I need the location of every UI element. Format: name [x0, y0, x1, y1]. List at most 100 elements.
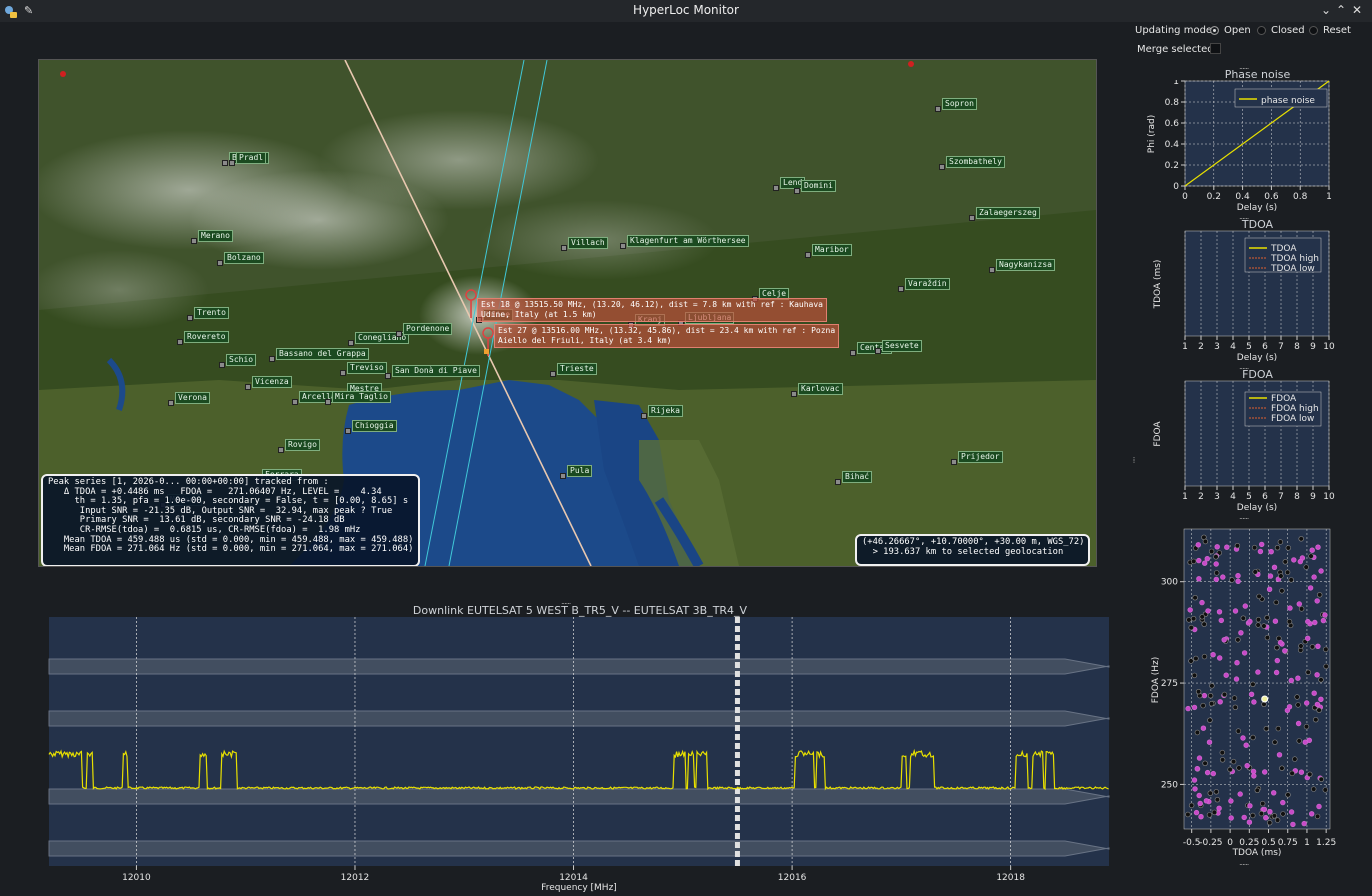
estimate-2-line2: Aiello del Friuli, Italy (at 3.4 km) [498, 336, 672, 345]
scatter-point [1208, 548, 1215, 555]
channel-band [48, 658, 1110, 675]
scatter-point [1223, 672, 1229, 678]
scatter-point [1312, 619, 1318, 626]
scatter-point [1235, 578, 1241, 584]
tdoa-legend-1: TDOA high [1270, 254, 1319, 264]
scatter-point [1232, 704, 1239, 711]
scatter-point [1271, 564, 1278, 570]
city-label: Bihać [842, 471, 873, 483]
city-label: Bassano del Grappa [276, 348, 369, 360]
scatter-point [1241, 650, 1248, 656]
scatter-x-tick: 1 [1304, 838, 1310, 848]
city-marker [620, 243, 626, 249]
scatter-point [1187, 607, 1193, 613]
scatter-point [1277, 639, 1284, 646]
scatter-point [1191, 704, 1198, 711]
map-view[interactable]: Sopron Szombathely Zalaegerszeg Nagykanizsa… [38, 59, 1097, 567]
tdoa-plot[interactable]: TDOA TDOA high TDOA low 1 2 3 4 5 6 7 8 9 10 Dela… [1140, 230, 1372, 365]
x-tick: 0.8 [1293, 192, 1308, 202]
scatter-point [1264, 614, 1270, 621]
scatter-point [1311, 786, 1317, 792]
scatter-point [1200, 725, 1207, 731]
scatter-point [1202, 760, 1208, 767]
scatter-point [1256, 593, 1262, 600]
scatter-point [1216, 609, 1223, 615]
scatter-point [1323, 646, 1329, 653]
scatter-point [1298, 606, 1305, 612]
scatter-point [1296, 601, 1303, 607]
scatter-point [1315, 643, 1321, 650]
scatter-point [1314, 598, 1320, 604]
estimate-label-1[interactable]: Est 18 @ 13515.50 MHz, (13.20, 46.12), d… [477, 298, 827, 322]
city-marker [969, 215, 975, 221]
scatter-point [1251, 773, 1257, 779]
radio-open[interactable] [1210, 26, 1219, 35]
scatter-x-tick: -0.25 [1199, 838, 1222, 848]
radio-reset[interactable] [1309, 26, 1318, 35]
scatter-point [1273, 599, 1279, 606]
x-tick: 10 [1323, 342, 1335, 352]
scatter-point [1188, 658, 1194, 664]
scatter-point [1291, 557, 1297, 563]
scatter-point [1216, 655, 1223, 661]
scatter-splitter[interactable]: ...... [1239, 512, 1249, 521]
scatter-point [1290, 821, 1296, 828]
scatter-point [1309, 547, 1315, 553]
city-label: Domini [801, 180, 836, 192]
scatter-point [1314, 701, 1321, 708]
scatter-point [1195, 689, 1202, 695]
fdoa-legend-2: FDOA low [1271, 414, 1314, 424]
scatter-point [1272, 739, 1278, 745]
estimate-label-2[interactable]: Est 27 @ 13516.00 MHz, (13.32, 45.86), d… [494, 324, 840, 348]
scatter-point [1273, 669, 1280, 676]
scatter-point [1210, 651, 1216, 658]
scatter-xlabel: TDOA (ms) [1232, 848, 1282, 858]
scatter-x-tick: 0 [1227, 838, 1233, 848]
maximize-button[interactable]: ⌃ [1333, 2, 1349, 18]
scatter-point [1284, 569, 1291, 576]
city-label: Chioggia [352, 420, 397, 432]
scatter-point [1202, 538, 1209, 545]
city-marker [396, 331, 402, 337]
scatter-point [1292, 756, 1298, 762]
city-marker [935, 106, 941, 112]
scatter-ylabel: FDOA (Hz) [1151, 657, 1161, 704]
spectrum-plot[interactable]: 12010 12012 12014 12016 12018 Frequency [MHz… [0, 616, 1130, 896]
x-tick: 9 [1310, 492, 1316, 502]
scatter-point [1295, 675, 1301, 681]
scatter-point [1276, 752, 1283, 758]
scatter-x-tick: 0.25 [1239, 838, 1259, 848]
peak-info-box: Peak series [1, 2026-0... 00:00+00:00] t… [41, 474, 420, 566]
scatter-point [1228, 815, 1234, 821]
minimize-button[interactable]: ⌄ [1318, 2, 1334, 18]
city-marker [187, 315, 193, 321]
city-label: Treviso [347, 362, 387, 374]
scatter-point [1185, 811, 1191, 818]
fdoa-plot[interactable]: FDOA FDOA high FDOA low 1 2 3 4 5 6 7 8 9 10 Dela… [1140, 380, 1372, 515]
scatter-point [1191, 777, 1198, 783]
scatter-point [1258, 541, 1265, 548]
bottom-splitter[interactable]: ...... [1239, 858, 1249, 867]
scatter-point [1316, 707, 1322, 713]
scatter-point [1201, 621, 1207, 627]
phase-noise-plot[interactable]: phase noise 0 0.2 0.4 0.6 0.8 1 0 0.2 0.4 0.6 0.8 1… [1140, 80, 1372, 215]
city-marker [168, 400, 174, 406]
x-tick: 0 [1182, 192, 1188, 202]
scatter-point [1251, 699, 1257, 705]
close-button[interactable]: ✕ [1349, 2, 1365, 18]
x-tick: 9 [1310, 342, 1316, 352]
scatter-point [1323, 663, 1329, 670]
scatter-point [1250, 768, 1257, 775]
scatter-point [1197, 800, 1203, 807]
radio-closed[interactable] [1257, 26, 1266, 35]
scatter-point [1247, 618, 1253, 625]
merge-selected-checkbox[interactable] [1210, 43, 1221, 54]
scatter-highlight-point[interactable] [1261, 695, 1269, 703]
scatter-point [1188, 624, 1194, 631]
scatter-point [1204, 556, 1211, 562]
tdoa-fdoa-scatter[interactable]: -0.5-0.25 0 0.25 0.5 0.75 1 1.25 300 275 250 TDOA… [1140, 528, 1372, 864]
radio-open-label: Open [1224, 25, 1251, 36]
scatter-point [1247, 803, 1253, 809]
y-tick: 0.6 [1165, 119, 1180, 129]
city-label: Klagenfurt am Wörthersee [627, 235, 749, 247]
